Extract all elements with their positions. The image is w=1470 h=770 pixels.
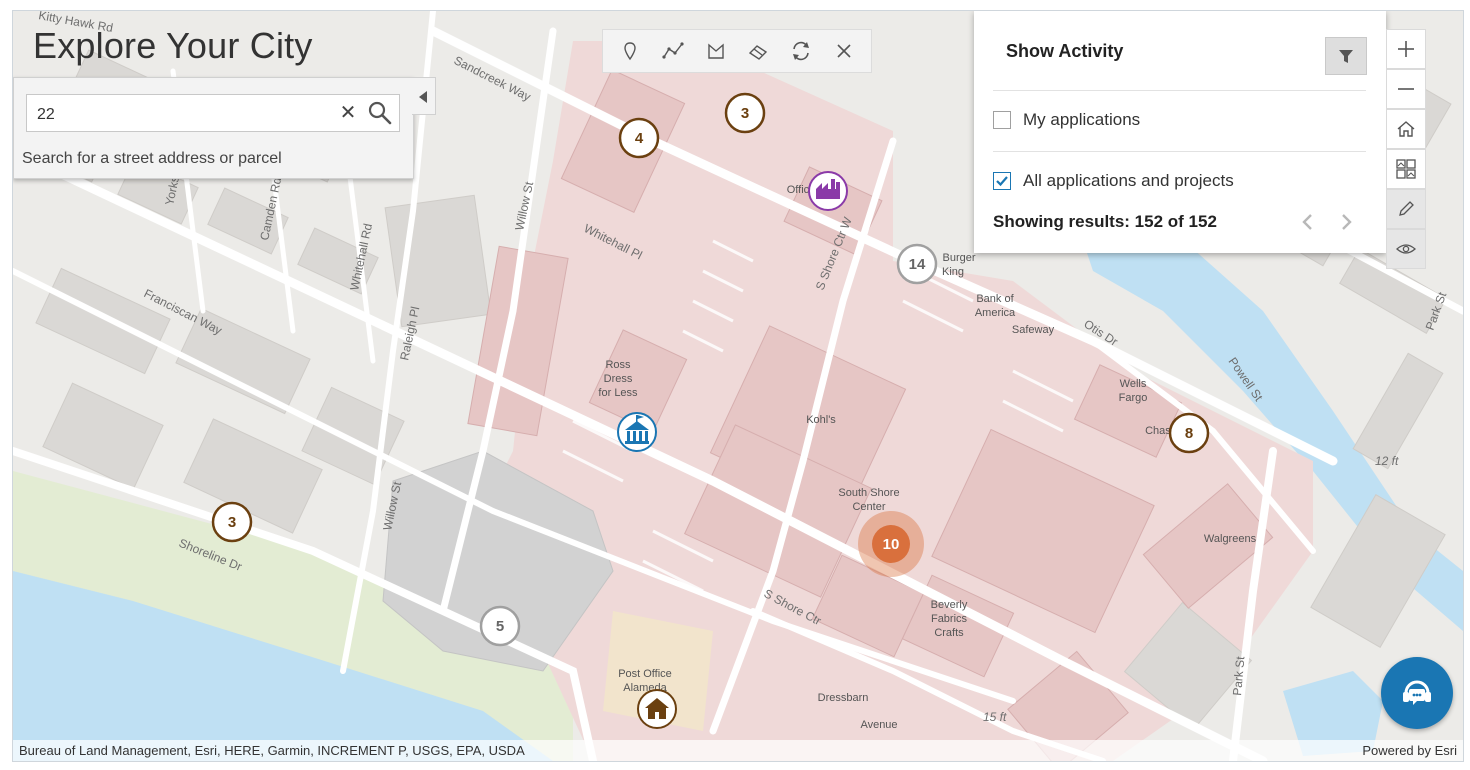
poi-label: Dress: [604, 373, 633, 385]
all-applications-label: All applications and projects: [1023, 171, 1234, 190]
chevron-left-icon[interactable]: [1296, 210, 1320, 234]
polyline-tool-icon: [662, 42, 684, 59]
poi-label: Fabrics: [931, 613, 968, 625]
close-toolbar-button[interactable]: [829, 36, 859, 66]
polygon-tool-icon: [707, 43, 724, 59]
refresh-button[interactable]: [786, 36, 816, 66]
plus-icon: [1398, 41, 1414, 57]
collapse-panel-button[interactable]: [412, 77, 436, 115]
home-button[interactable]: [1386, 109, 1426, 149]
poi-label: Center: [852, 501, 885, 513]
cluster-marker[interactable]: 3: [724, 92, 766, 134]
my-applications-label: My applications: [1023, 110, 1141, 129]
cluster-count: 10: [883, 536, 900, 553]
refresh-icon: [792, 41, 809, 61]
point-tool-icon: [624, 42, 637, 61]
search-panel: ✕ Search for a street address or parcel: [13, 77, 414, 179]
map-attribution: Bureau of Land Management, Esri, HERE, G…: [13, 740, 1463, 761]
close-icon: [837, 44, 851, 58]
poi-label: Walgreens: [1204, 533, 1257, 545]
checkmark-icon: [996, 176, 1008, 187]
divider: [993, 151, 1366, 152]
poi-label: King: [942, 266, 964, 278]
headset-chat-icon: [1403, 680, 1431, 705]
caret-left-icon: [419, 91, 427, 103]
poi-label: Dressbarn: [818, 692, 869, 704]
post-office-marker[interactable]: [637, 689, 677, 729]
map-frame: Sandcreek Way Willow St Whitehall Pl S S…: [12, 10, 1464, 762]
cluster-marker[interactable]: 8: [1168, 412, 1210, 454]
my-applications-option[interactable]: My applications: [993, 108, 1140, 132]
cluster-count: 3: [741, 105, 749, 122]
poi-label: Post Office: [618, 668, 672, 680]
activity-title: Show Activity: [1006, 41, 1124, 61]
poi-label: Bank of: [976, 293, 1014, 305]
activity-panel: Show Activity My applications All applic…: [974, 11, 1386, 253]
poi-label: Kohl's: [806, 414, 836, 426]
eraser-tool-button[interactable]: [743, 36, 773, 66]
poi-label: Burger: [942, 252, 975, 264]
cluster-marker[interactable]: 5: [479, 605, 521, 647]
cluster-marker[interactable]: 3: [211, 501, 253, 543]
poi-label: Beverly: [931, 599, 968, 611]
cluster-count: 5: [496, 618, 504, 635]
support-chat-button[interactable]: [1381, 657, 1453, 729]
poi-label: Ross: [605, 359, 631, 371]
divider: [993, 90, 1366, 91]
poi-label: Wells: [1120, 378, 1147, 390]
poi-label: South Shore: [838, 487, 899, 499]
powered-by-link[interactable]: Powered by Esri: [1362, 743, 1457, 758]
sketch-button[interactable]: [1386, 189, 1426, 229]
elevation-label: 12 ft: [1375, 454, 1399, 468]
all-applications-option[interactable]: All applications and projects: [993, 169, 1234, 193]
filter-button[interactable]: [1325, 37, 1367, 75]
basemap-gallery-icon: [1396, 159, 1416, 179]
factory-marker[interactable]: [808, 171, 848, 211]
poi-label: Fargo: [1119, 392, 1148, 404]
point-tool-button[interactable]: [615, 36, 645, 66]
home-icon: [1397, 121, 1415, 137]
poi-label: for Less: [598, 387, 638, 399]
cluster-marker[interactable]: 14: [896, 243, 938, 285]
poi-label: America: [975, 307, 1016, 319]
cluster-marker[interactable]: 4: [618, 117, 660, 159]
all-applications-checkbox[interactable]: [993, 172, 1011, 190]
search-icon[interactable]: [367, 100, 393, 126]
zoom-in-button[interactable]: [1386, 29, 1426, 69]
basemap-gallery-button[interactable]: [1386, 149, 1426, 189]
zoom-out-button[interactable]: [1386, 69, 1426, 109]
visibility-button[interactable]: [1386, 229, 1426, 269]
search-hint: Search for a street address or parcel: [22, 150, 282, 167]
search-input[interactable]: [35, 103, 329, 127]
cluster-marker[interactable]: 10: [858, 511, 924, 577]
clear-icon[interactable]: ✕: [337, 102, 359, 124]
my-applications-checkbox[interactable]: [993, 111, 1011, 129]
search-box: ✕: [26, 94, 400, 132]
cluster-count: 8: [1185, 425, 1193, 442]
elevation-label: 15 ft: [983, 710, 1007, 724]
poi-label: Avenue: [860, 719, 897, 731]
chevron-right-icon[interactable]: [1334, 210, 1358, 234]
app-title: Explore Your City: [33, 25, 313, 66]
cluster-count: 3: [228, 514, 236, 531]
cluster-count: 14: [909, 256, 926, 273]
poi-label: Crafts: [934, 627, 964, 639]
polyline-tool-button[interactable]: [658, 36, 688, 66]
filter-icon: [1339, 50, 1353, 63]
government-marker[interactable]: [617, 412, 657, 452]
minus-icon: [1398, 88, 1414, 90]
draw-toolbar: [602, 29, 872, 73]
pencil-icon: [1399, 201, 1414, 216]
eraser-tool-icon: [749, 45, 768, 60]
polygon-tool-button[interactable]: [701, 36, 731, 66]
eye-icon: [1396, 244, 1416, 254]
cluster-count: 4: [635, 130, 644, 147]
poi-label: Safeway: [1012, 324, 1055, 336]
attribution-text: Bureau of Land Management, Esri, HERE, G…: [19, 743, 525, 758]
map-controls: [1386, 29, 1426, 269]
results-count: Showing results: 152 of 152: [993, 212, 1217, 231]
